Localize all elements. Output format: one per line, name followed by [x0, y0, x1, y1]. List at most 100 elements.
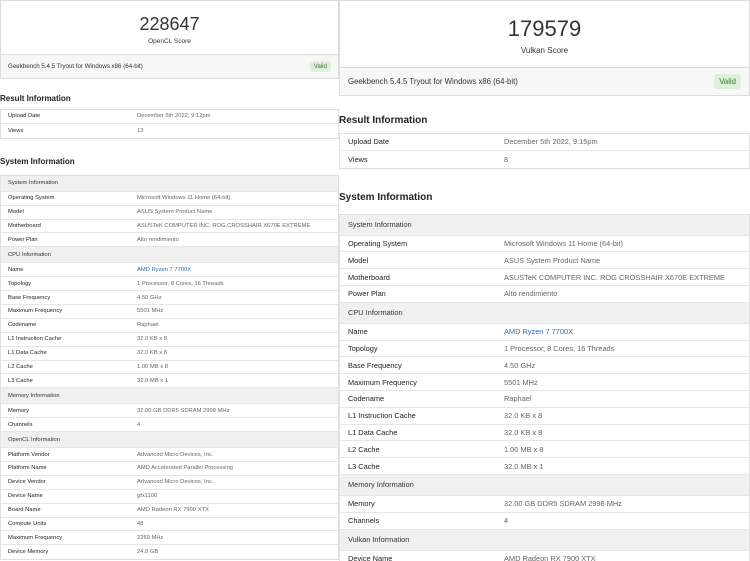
- system-information-table: System Information Operating System Micros…: [0, 174, 339, 561]
- info-key: Device Name: [8, 493, 43, 500]
- info-row-channels: Channels 4: [340, 512, 749, 530]
- system-information-title: System Information: [339, 191, 433, 203]
- info-key: L1 Instruction Cache: [8, 336, 62, 343]
- info-row-channels: Channels 4: [1, 418, 338, 433]
- info-row-base-frequency: Base Frequency 4.50 GHz: [340, 357, 749, 375]
- info-value: 5501 MHz: [504, 377, 538, 387]
- info-key: L1 Data Cache: [348, 427, 398, 437]
- info-key: L1 Data Cache: [8, 350, 47, 357]
- info-key: Views: [8, 127, 24, 134]
- info-row-memory: Memory 32.00 GB DDR5 SDRAM 2998 MHz: [1, 404, 338, 419]
- info-value: 32.00 GB DDR5 SDRAM 2998 MHz: [504, 499, 622, 509]
- info-key: Base Frequency: [348, 360, 402, 370]
- info-row-maximum-frequency: Maximum Frequency 5501 MHz: [1, 305, 338, 319]
- result-information-title: Result Information: [339, 115, 428, 126]
- info-value: ASUS System Product Name: [137, 209, 213, 216]
- info-value: 5501 MHz: [137, 308, 164, 315]
- info-key: Codename: [8, 322, 37, 329]
- subsection-header-memory-information: Memory Information: [340, 474, 749, 496]
- info-value: 32.0 MB x 1: [137, 377, 168, 384]
- vulkan-result-panel: 179579 Vulkan Score Geekbench 5.4.5 Tryo…: [339, 0, 750, 561]
- info-value: 32.0 KB x 8: [137, 336, 167, 343]
- info-row-platform-name: Platform Name AMD Accelerated Parallel Pr…: [1, 462, 338, 476]
- info-value: 1 Processor, 8 Cores, 16 Threads: [137, 280, 224, 287]
- info-key: Compute Units: [8, 521, 47, 528]
- info-key: Channels: [8, 421, 33, 428]
- info-key: Motherboard: [348, 272, 390, 282]
- info-row-device-name: Device Name gfx1100: [1, 489, 338, 504]
- platform-text: Geekbench 5.4.5 Tryout for Windows x86 (…: [8, 63, 143, 70]
- info-value: AMD Accelerated Parallel Processing: [137, 465, 234, 472]
- info-value: 8: [504, 154, 509, 164]
- info-row-views: Views 13: [1, 123, 338, 138]
- info-key: Model: [348, 255, 369, 265]
- subsection-header-opencl-information: OpenCL Information: [1, 432, 338, 449]
- info-value: ASUSTeK COMPUTER INC. ROG CROSSHAIR X670…: [137, 223, 311, 229]
- info-key: Views: [348, 154, 368, 164]
- info-key: Platform Vendor: [8, 451, 50, 458]
- info-value: ASUS System Product Name: [504, 255, 601, 265]
- info-value: 1 Processor, 8 Cores, 16 Threads: [504, 343, 615, 353]
- info-value: 1.00 MB x 8: [137, 364, 168, 371]
- info-value: gfx1100: [137, 493, 158, 500]
- info-row-l3-cache: L3 Cache 32.0 MB x 1: [340, 458, 749, 475]
- info-row-operating-system: Operating System Microsoft Windows 11 Hom…: [1, 191, 338, 206]
- info-row-power-plan: Power Plan Alto rendimiento: [340, 285, 749, 303]
- info-key: Upload Date: [348, 137, 390, 147]
- subsection-header-system-information: System Information: [1, 175, 338, 192]
- info-value: Raphael: [137, 322, 159, 329]
- info-value: 1.00 MB x 8: [504, 444, 544, 454]
- info-value: 4: [137, 421, 141, 428]
- opencl-result-panel: 228647 OpenCL Score Geekbench 5.4.5 Tryo…: [0, 0, 339, 561]
- subsection-header-system-information: System Information: [340, 214, 749, 236]
- subsection-header-cpu-information: CPU Information: [1, 247, 338, 264]
- cpu-name-link[interactable]: AMD Ryzen 7 7700X: [504, 327, 573, 336]
- valid-badge: Valid: [714, 74, 741, 89]
- info-row-device-name: Device Name AMD Radeon RX 7900 XTX: [340, 550, 749, 561]
- info-row-upload-date: Upload Date December 5th 2022, 9:12pm: [1, 110, 338, 124]
- score-value: 228647: [139, 14, 200, 34]
- info-value: 32.0 KB x 8: [137, 350, 167, 357]
- system-information-title: System Information: [0, 156, 75, 166]
- platform-bar: Geekbench 5.4.5 Tryout for Windows x86 (…: [0, 55, 339, 79]
- info-value: AMD Radeon RX 7900 XTX: [137, 507, 209, 514]
- info-key: Name: [348, 327, 368, 337]
- info-key: Model: [8, 209, 24, 216]
- info-key: Board Name: [8, 507, 41, 514]
- info-value: 4: [504, 516, 509, 526]
- info-row-model: Model ASUS System Product Name: [340, 252, 749, 270]
- info-value: December 5th 2022, 9:12pm: [137, 113, 211, 120]
- info-row-l1-instruction-cache: L1 Instruction Cache 32.0 KB x 8: [1, 332, 338, 347]
- info-value: Alto rendimiento: [504, 289, 558, 299]
- info-key: Topology: [8, 280, 32, 287]
- score-label: Vulkan Score: [520, 46, 569, 55]
- info-row-codename: Codename Raphael: [340, 390, 749, 408]
- info-row-motherboard: Motherboard ASUSTeK COMPUTER INC. ROG CRO…: [340, 269, 749, 286]
- info-value: Advanced Micro Devices, Inc.: [137, 479, 214, 486]
- info-key: Memory: [8, 407, 29, 414]
- info-row-model: Model ASUS System Product Name: [1, 205, 338, 220]
- info-value: Microsoft Windows 11 Home (64-bit): [504, 238, 623, 248]
- info-key: L3 Cache: [8, 377, 33, 384]
- info-row-memory: Memory 32.00 GB DDR5 SDRAM 2998 MHz: [340, 495, 749, 513]
- info-value: Raphael: [504, 394, 532, 404]
- info-value: AMD Radeon RX 7900 XTX: [504, 554, 596, 561]
- info-row-motherboard: Motherboard ASUSTeK COMPUTER INC. ROG CRO…: [1, 219, 338, 234]
- info-row-codename: Codename Raphael: [1, 318, 338, 333]
- info-row-compute-units: Compute Units 48: [1, 517, 338, 532]
- info-value: Advanced Micro Devices, Inc.: [137, 451, 214, 458]
- info-row-l3-cache: L3 Cache 32.0 MB x 1: [1, 374, 338, 389]
- cpu-name-link[interactable]: AMD Ryzen 7 7700X: [137, 267, 191, 273]
- subsection-header-memory-information: Memory Information: [1, 388, 338, 405]
- info-key: Base Frequency: [8, 294, 51, 301]
- info-key: Power Plan: [8, 236, 38, 243]
- info-row-l2-cache: L2 Cache 1.00 MB x 8: [1, 360, 338, 375]
- info-row-name: Name AMD Ryzen 7 7700X: [1, 263, 338, 278]
- info-key: Platform Name: [8, 465, 47, 472]
- info-row-board-name: Board Name AMD Radeon RX 7900 XTX: [1, 503, 338, 518]
- info-value: Alto rendimiento: [137, 236, 179, 243]
- score-card: 179579 Vulkan Score: [339, 0, 750, 68]
- info-row-l1-data-cache: L1 Data Cache 32.0 KB x 8: [1, 346, 338, 361]
- info-value: 4.50 GHz: [504, 360, 536, 370]
- info-value: 32.0 KB x 8: [504, 411, 543, 421]
